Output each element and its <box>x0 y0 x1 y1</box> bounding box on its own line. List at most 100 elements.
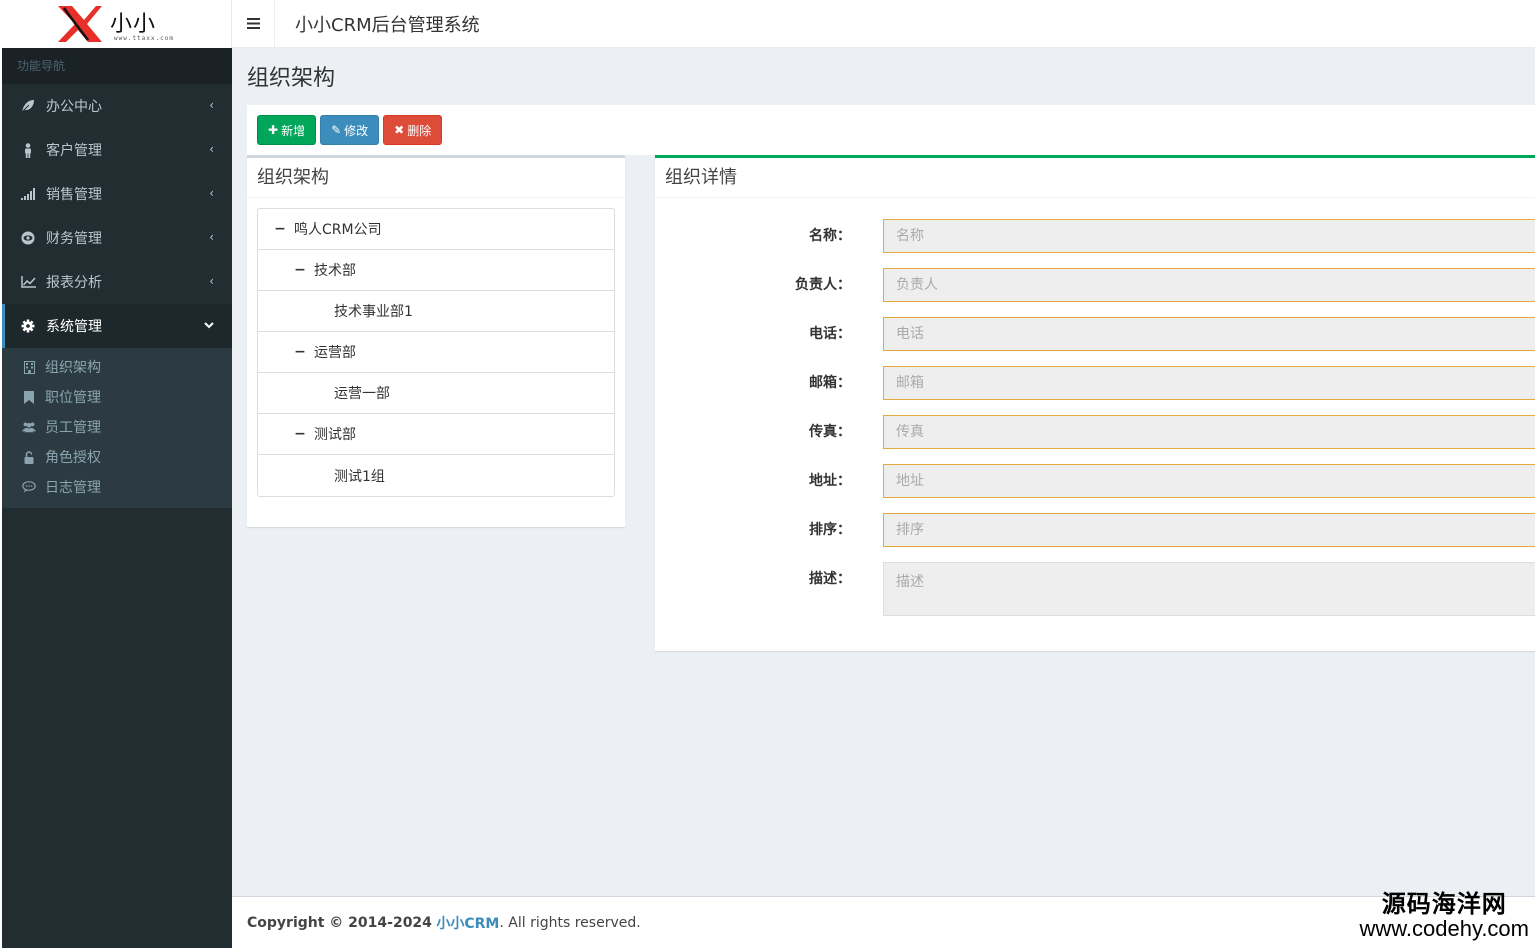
address-field[interactable] <box>883 464 1535 498</box>
delete-button[interactable]: ✖ 删除 <box>383 115 443 145</box>
topbar: 小小CRM后台管理系统 <box>232 0 1535 48</box>
sidebar-item-label: 系统管理 <box>46 319 102 335</box>
chevron-down-icon <box>204 318 214 332</box>
org-tree-panel: 组织架构 − 鸣人CRM公司 − 技术部 技术事业部1 − 运营部 运营一部 − <box>247 155 625 527</box>
name-label: 名称： <box>809 228 851 244</box>
leaf-icon <box>20 98 36 114</box>
manager-label: 负责人： <box>795 277 851 293</box>
footer-suffix: . All rights reserved. <box>499 914 641 931</box>
phone-label: 电话： <box>809 326 851 342</box>
add-button[interactable]: ✚ 新增 <box>257 115 317 145</box>
sidebar-subitem-positions[interactable]: 职位管理 <box>2 382 232 412</box>
form-row-manager: 负责人： <box>655 268 1535 302</box>
org-detail-title: 组织详情 <box>655 158 1535 198</box>
sidebar-subitem-logs[interactable]: 日志管理 <box>2 472 232 502</box>
chevron-left-icon: ‹ <box>209 142 214 156</box>
form-row-address: 地址： <box>655 464 1535 498</box>
sidebar-item-label: 客户管理 <box>46 143 102 159</box>
chevron-left-icon: ‹ <box>209 274 214 288</box>
sidebar-item-label: 办公中心 <box>46 99 102 115</box>
gear-icon <box>20 318 36 334</box>
edit-button[interactable]: ✎ 修改 <box>320 115 380 145</box>
building-icon <box>22 360 36 374</box>
address-label: 地址： <box>809 473 851 489</box>
tree-node[interactable]: 技术事业部1 <box>258 291 614 332</box>
footer-link[interactable]: 小小CRM <box>436 913 499 933</box>
tree-node[interactable]: 测试1组 <box>258 455 614 496</box>
email-label: 邮箱： <box>809 375 851 391</box>
plus-icon: ✚ <box>268 123 279 137</box>
sidebar-item-office[interactable]: 办公中心 ‹ <box>2 84 232 128</box>
minus-icon[interactable]: − <box>274 221 286 237</box>
sidebar-subitem-label: 组织架构 <box>45 360 101 376</box>
sidebar-subitem-label: 职位管理 <box>45 390 101 406</box>
page-title: 组织架构 <box>247 66 336 91</box>
phone-field[interactable] <box>883 317 1535 351</box>
toolbar: ✚ 新增 ✎ 修改 ✖ 删除 <box>247 105 1535 155</box>
minus-icon[interactable]: − <box>294 262 306 278</box>
tree-node-label: 运营部 <box>314 345 356 361</box>
logo[interactable]: 小小 www.ttaxx.com <box>2 0 232 48</box>
sidebar-item-sales[interactable]: 销售管理 ‹ <box>2 172 232 216</box>
org-tree: − 鸣人CRM公司 − 技术部 技术事业部1 − 运营部 运营一部 − 测试部 <box>257 208 615 497</box>
brand-url: www.ttaxx.com <box>114 35 174 42</box>
minus-icon[interactable]: − <box>294 344 306 360</box>
person-icon <box>20 142 36 158</box>
signal-icon <box>20 186 36 202</box>
tree-node[interactable]: − 技术部 <box>258 250 614 291</box>
name-field[interactable] <box>883 219 1535 253</box>
tree-node-label: 技术事业部1 <box>334 304 413 320</box>
users-icon <box>22 420 36 434</box>
sidebar-item-finance[interactable]: 财务管理 ‹ <box>2 216 232 260</box>
sidebar-subitem-roles[interactable]: 角色授权 <box>2 442 232 472</box>
tree-node[interactable]: − 运营部 <box>258 332 614 373</box>
chevron-left-icon: ‹ <box>209 98 214 112</box>
sidebar-item-label: 财务管理 <box>46 231 102 247</box>
sidebar-subitem-label: 角色授权 <box>45 450 101 466</box>
watermark-line2: www.codehy.com <box>1359 915 1529 941</box>
fax-label: 传真： <box>809 424 851 440</box>
sidebar-item-label: 销售管理 <box>46 187 102 203</box>
unlock-icon <box>22 450 36 464</box>
tree-node-label: 测试部 <box>314 427 356 443</box>
sidebar-subitem-employees[interactable]: 员工管理 <box>2 412 232 442</box>
chevron-left-icon: ‹ <box>209 230 214 244</box>
edit-icon: ✎ <box>331 123 342 137</box>
manager-field[interactable] <box>883 268 1535 302</box>
form-row-email: 邮箱： <box>655 366 1535 400</box>
tree-node-label: 鸣人CRM公司 <box>294 222 382 238</box>
sidebar-subitem-label: 日志管理 <box>45 480 101 496</box>
app-title: 小小CRM后台管理系统 <box>295 14 480 36</box>
sidebar: 小小 www.ttaxx.com 功能导航 办公中心 ‹ 客户管理 ‹ 销售管理… <box>0 0 232 948</box>
form-row-name: 名称： <box>655 219 1535 253</box>
sort-label: 排序： <box>809 522 851 538</box>
add-button-label: 新增 <box>281 123 306 138</box>
sidebar-subitem-organization[interactable]: 组织架构 <box>2 352 232 382</box>
minus-icon[interactable]: − <box>294 426 306 442</box>
form-row-description: 描述： <box>655 562 1535 616</box>
org-tree-title: 组织架构 <box>247 158 625 198</box>
description-field[interactable] <box>883 562 1535 616</box>
tree-node-label: 运营一部 <box>334 386 390 402</box>
watermark-line1: 源码海洋网 <box>1381 889 1507 918</box>
sidebar-item-reports[interactable]: 报表分析 ‹ <box>2 260 232 304</box>
logo-x-icon <box>58 6 102 42</box>
tree-node[interactable]: − 测试部 <box>258 414 614 455</box>
sidebar-item-customers[interactable]: 客户管理 ‹ <box>2 128 232 172</box>
main-content: 组织架构 ✚ 新增 ✎ 修改 ✖ 删除 组织架构 − 鸣人CRM公司 − 技术部 <box>232 48 1535 896</box>
sort-field[interactable] <box>883 513 1535 547</box>
close-icon: ✖ <box>394 123 405 137</box>
chevron-left-icon: ‹ <box>209 186 214 200</box>
form-row-sort: 排序： <box>655 513 1535 547</box>
footer: Copyright © 2014-2024 小小CRM . All rights… <box>232 891 1535 948</box>
edit-button-label: 修改 <box>344 123 369 138</box>
watermark: 源码海洋网 www.codehy.com <box>1359 889 1529 941</box>
fax-field[interactable] <box>883 415 1535 449</box>
tree-node[interactable]: 运营一部 <box>258 373 614 414</box>
tree-node[interactable]: − 鸣人CRM公司 <box>258 209 614 250</box>
tree-node-label: 技术部 <box>314 263 356 279</box>
sidebar-toggle-button[interactable] <box>232 0 275 48</box>
email-field[interactable] <box>883 366 1535 400</box>
sidebar-item-system[interactable]: 系统管理 <box>2 304 232 348</box>
comment-icon <box>22 480 36 494</box>
